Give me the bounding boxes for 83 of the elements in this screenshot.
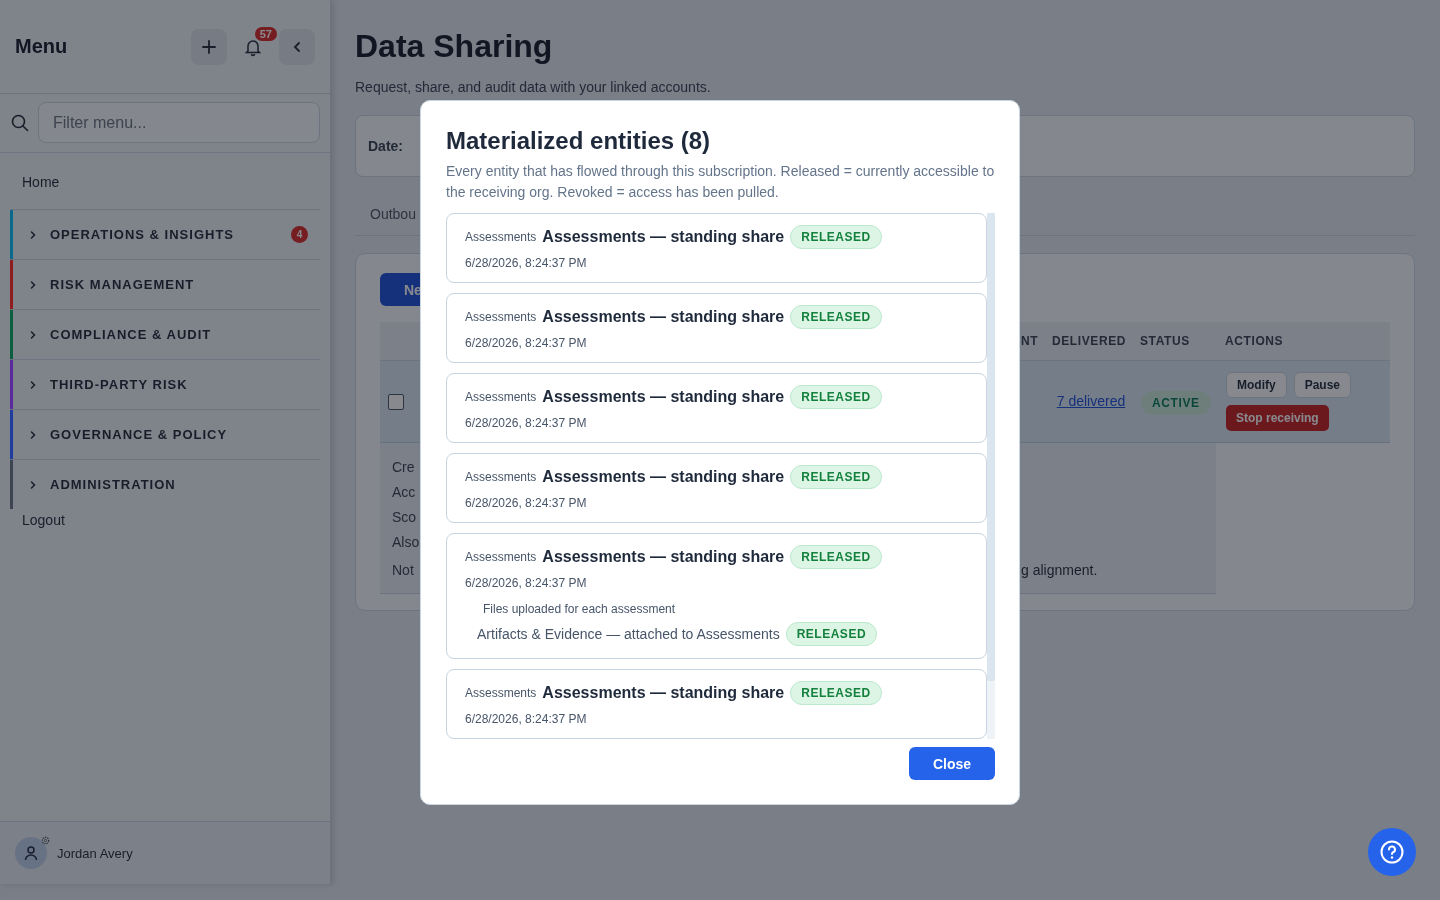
new-button[interactable]: Ne xyxy=(380,273,421,306)
detail-text: g alignment. xyxy=(1021,562,1098,578)
entity-timestamp: 6/28/2026, 8:24:37 PM xyxy=(465,336,588,350)
menu-group-label: COMPLIANCE & AUDIT xyxy=(50,327,213,342)
page-subtitle: Request, share, and audit data with your linked accounts. xyxy=(355,79,712,95)
status-badge: RELEASED xyxy=(790,465,882,489)
status-badge: RELEASED xyxy=(785,622,878,646)
entity-name: Assessments — standing share xyxy=(542,468,785,486)
user-name: Jordan Avery xyxy=(57,845,133,861)
status-badge: RELEASED xyxy=(790,305,882,329)
entity-timestamp: 6/28/2026, 8:24:37 PM xyxy=(465,576,588,590)
question-icon xyxy=(1379,839,1405,865)
chevron-icon xyxy=(28,229,38,240)
entity-category: Assessments xyxy=(465,230,537,244)
menu-group-label: GOVERNANCE & POLICY xyxy=(50,427,229,442)
detail-text: Cre xyxy=(392,458,416,477)
dialog-title: Materialized entities (8) xyxy=(446,127,712,155)
filter-label: Date: xyxy=(368,138,403,154)
menu-link[interactable]: Home xyxy=(10,165,320,201)
chevron-icon xyxy=(28,379,38,390)
menu-group[interactable]: ADMINISTRATION xyxy=(10,459,320,509)
stop-receiving-button[interactable]: Stop receiving xyxy=(1226,405,1329,431)
child-description: Files uploaded for each assessment xyxy=(482,602,677,616)
entity-name: Assessments — standing share xyxy=(542,308,785,326)
action-button[interactable]: Pause xyxy=(1293,372,1352,398)
search-icon xyxy=(10,112,30,133)
help-button[interactable] xyxy=(1368,828,1416,876)
tab[interactable]: Outbou xyxy=(370,195,416,235)
filter-field[interactable]: Filter menu... xyxy=(38,102,320,143)
delivered-link[interactable]: 7 delivered xyxy=(1056,391,1126,412)
action-button[interactable]: Modify xyxy=(1226,372,1287,398)
menu-group[interactable]: GOVERNANCE & POLICY xyxy=(10,409,320,459)
detail-text: Sco xyxy=(392,508,417,527)
status-badge: RELEASED xyxy=(790,225,882,249)
entity-name: Assessments — standing share xyxy=(542,684,785,702)
entity-category: Assessments xyxy=(465,390,537,404)
chevron-icon xyxy=(28,429,38,440)
page-title: Data Sharing xyxy=(355,28,554,65)
scrollbar[interactable] xyxy=(987,213,995,739)
status-badge: RELEASED xyxy=(790,385,882,409)
plus-icon xyxy=(201,38,217,55)
menu-group[interactable]: OPERATIONS & INSIGHTS 4 xyxy=(10,209,320,259)
entity-timestamp: 6/28/2026, 8:24:37 PM xyxy=(465,256,588,270)
close-button[interactable]: Close xyxy=(909,747,995,780)
detail-text: Also xyxy=(392,533,417,552)
status-badge: RELEASED xyxy=(790,545,882,569)
detail-text: Not xyxy=(392,561,415,580)
entity-category: Assessments xyxy=(465,550,537,564)
entity-timestamp: 6/28/2026, 8:24:37 PM xyxy=(465,416,588,430)
child-entity-name: Artifacts & Evidence — attached to Assessments xyxy=(477,626,780,642)
dialog-description: Every entity that has flowed through this subscription. Released = currently accessible to the receiving org. Revoked = access has been pulled. xyxy=(446,162,995,202)
row-checkbox[interactable] xyxy=(388,393,404,410)
menu-group[interactable]: THIRD-PARTY RISK xyxy=(10,359,320,409)
add-button[interactable] xyxy=(191,28,227,65)
column-header: ACTIONS xyxy=(1225,334,1284,348)
chevron-icon xyxy=(28,279,38,290)
avatar-icon[interactable] xyxy=(15,837,47,869)
entity-category: Assessments xyxy=(465,686,537,700)
status-badge: ACTIVE xyxy=(1141,390,1211,415)
entity-timestamp: 6/28/2026, 8:24:37 PM xyxy=(465,712,588,726)
column-header: NT xyxy=(1021,334,1040,348)
entity-name: Assessments — standing share xyxy=(542,388,785,406)
entity-category: Assessments xyxy=(465,310,537,324)
collapse-button[interactable] xyxy=(279,28,315,65)
status-badge: RELEASED xyxy=(790,681,882,705)
sidebar-title: Menu xyxy=(15,35,68,58)
detail-text: Acc xyxy=(392,483,417,502)
chevron-icon xyxy=(28,329,38,340)
notification-count: 57 xyxy=(254,26,277,41)
count-badge: 4 xyxy=(291,226,308,243)
entity-name: Assessments — standing share xyxy=(542,228,785,246)
menu-group[interactable]: COMPLIANCE & AUDIT xyxy=(10,309,320,359)
menu-group-label: ADMINISTRATION xyxy=(50,477,177,492)
menu-group-label: OPERATIONS & INSIGHTS xyxy=(50,227,235,242)
menu-group[interactable]: RISK MANAGEMENT xyxy=(10,259,320,309)
entity-name: Assessments — standing share xyxy=(542,548,785,566)
column-header: DELIVERED xyxy=(1052,334,1128,348)
column-header: STATUS xyxy=(1140,334,1191,348)
menu-group-label: RISK MANAGEMENT xyxy=(50,277,196,292)
chevron-icon xyxy=(28,479,38,490)
entity-timestamp: 6/28/2026, 8:24:37 PM xyxy=(465,496,588,510)
entity-category: Assessments xyxy=(465,470,537,484)
menu-group-label: THIRD-PARTY RISK xyxy=(50,377,189,392)
